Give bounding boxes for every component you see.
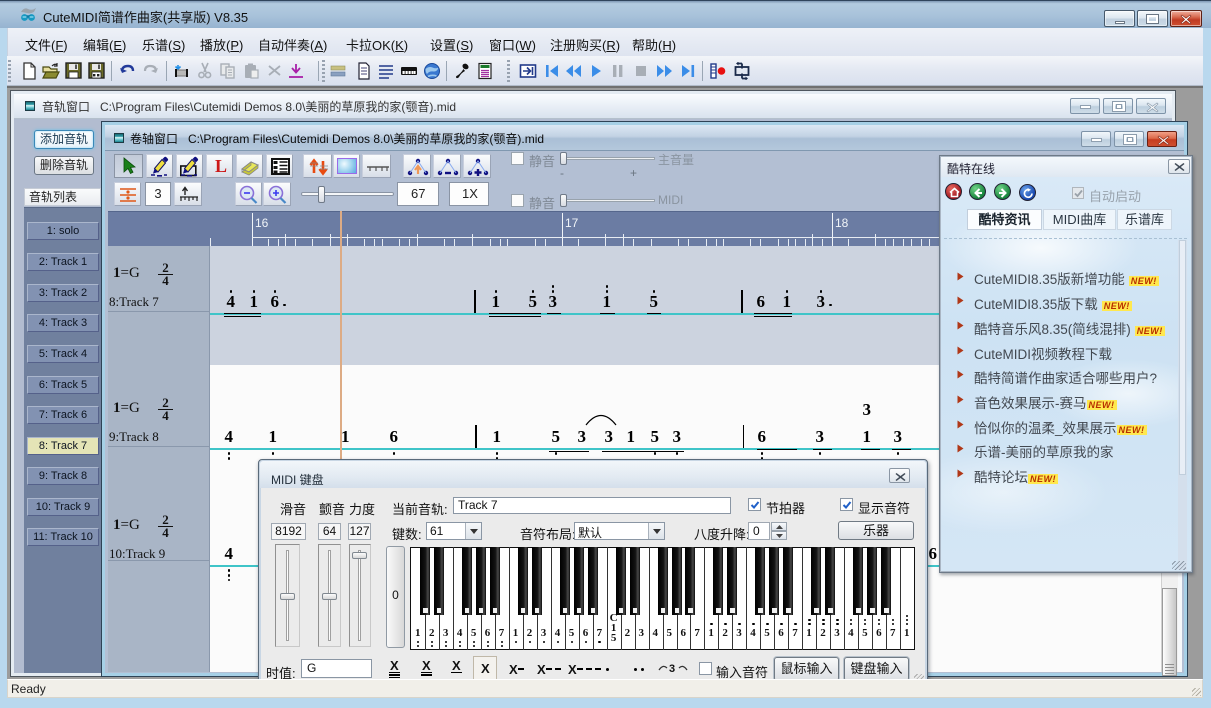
svg-text:3: 3 <box>669 663 675 674</box>
